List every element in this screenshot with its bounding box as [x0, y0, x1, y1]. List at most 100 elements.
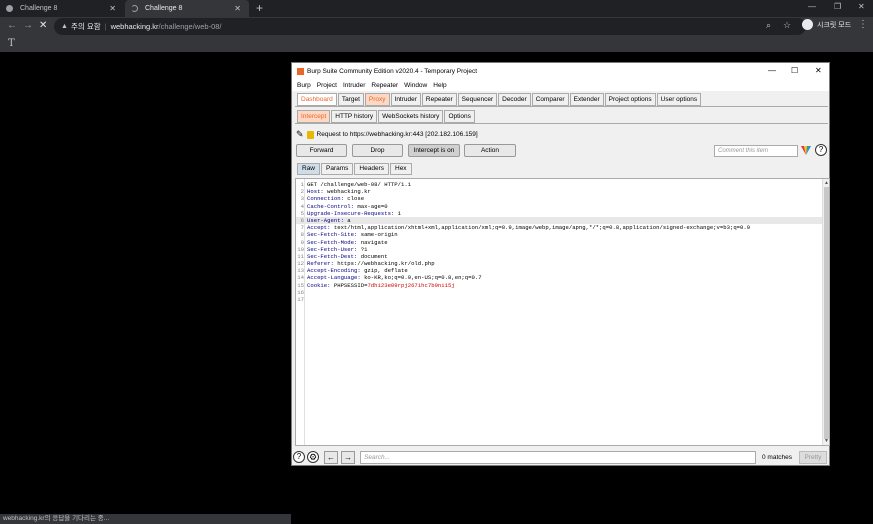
- menu-project[interactable]: Project: [317, 82, 337, 89]
- divider: [295, 123, 828, 124]
- menu-repeater[interactable]: Repeater: [371, 82, 398, 89]
- tab-intruder[interactable]: Intruder: [390, 93, 421, 106]
- header-value: a: [343, 216, 351, 224]
- line-number: 17: [297, 296, 304, 303]
- address-bar[interactable]: ▲ 주의 요함 | webhacking.kr /challenge/web-0…: [54, 18, 806, 35]
- address-separator: |: [104, 22, 107, 31]
- zoom-search-icon[interactable]: ⌕: [766, 20, 771, 31]
- header-name: Sec-Fetch-Dest:: [307, 252, 358, 260]
- tab-sequencer[interactable]: Sequencer: [457, 93, 498, 106]
- tab-dashboard[interactable]: Dashboard: [297, 93, 337, 106]
- request-editor[interactable]: 1 GET /challenge/web-08/ HTTP/1.1 2 Host: w…: [295, 178, 830, 446]
- maximize-icon[interactable]: ☐: [791, 66, 798, 75]
- tab-user-options[interactable]: User options: [656, 93, 702, 106]
- request-line: 3 Connection: close: [296, 195, 823, 202]
- bookmark-item[interactable]: T: [8, 38, 15, 49]
- incognito-icon: [802, 19, 813, 30]
- tab-target[interactable]: Target: [337, 93, 364, 106]
- header-name: Connection:: [307, 195, 344, 203]
- highlight-color-icon[interactable]: [801, 146, 811, 157]
- new-tab-button[interactable]: +: [256, 1, 263, 15]
- previous-match-button[interactable]: ←: [324, 451, 338, 464]
- menu-intruder[interactable]: Intruder: [343, 82, 365, 89]
- header-value: same-origin: [357, 231, 398, 239]
- menu-help[interactable]: Help: [433, 82, 446, 89]
- pretty-button[interactable]: Pretty: [799, 451, 827, 464]
- request-line: 4 Cache-Control: max-age=0: [296, 203, 823, 210]
- close-icon[interactable]: ✕: [234, 4, 241, 13]
- globe-icon: [6, 5, 13, 12]
- request-line: 5 Upgrade-Insecure-Requests: 1: [296, 210, 823, 217]
- header-name: Cookie:: [307, 281, 331, 289]
- browser-tab-strip: Challenge 8 ✕ Challenge 8 ✕ + — ❐ ✕: [0, 0, 873, 17]
- drop-button[interactable]: Drop: [352, 144, 403, 157]
- tab-proxy-options[interactable]: Options: [444, 110, 475, 123]
- line-number: 5: [300, 209, 304, 217]
- burp-window-title: Burp Suite Community Edition v2020.4 - T…: [307, 68, 478, 75]
- forward-button[interactable]: Forward: [296, 144, 347, 157]
- scroll-down-icon[interactable]: ▼: [824, 438, 829, 444]
- tab-params[interactable]: Params: [321, 163, 354, 175]
- browser-tab-2[interactable]: Challenge 8 ✕: [125, 0, 249, 17]
- header-value: gzip, deflate: [360, 267, 408, 275]
- tab-raw[interactable]: Raw: [297, 163, 321, 175]
- restore-icon[interactable]: ❐: [834, 2, 841, 11]
- header-value: ko-KR,ko;q=0.9,en-US;q=0.8,en;q=0.7: [360, 274, 482, 282]
- tab-decoder[interactable]: Decoder: [498, 93, 531, 106]
- close-icon[interactable]: ✕: [109, 4, 116, 13]
- minimize-icon[interactable]: —: [768, 66, 776, 75]
- tab-http-history[interactable]: HTTP history: [331, 110, 378, 123]
- star-icon[interactable]: ☆: [783, 20, 791, 31]
- request-info-row: ✎ Request to https://webhacking.kr:443 […: [296, 129, 478, 140]
- close-window-icon[interactable]: ✕: [815, 66, 822, 75]
- browser-tab-1[interactable]: Challenge 8 ✕: [0, 0, 124, 17]
- tab-proxy[interactable]: Proxy: [364, 93, 390, 106]
- header-value: max-age=0: [354, 202, 388, 210]
- scroll-up-icon[interactable]: ▲: [824, 180, 829, 186]
- action-button[interactable]: Action: [464, 144, 516, 157]
- tab-websockets-history[interactable]: WebSockets history: [378, 110, 444, 123]
- search-bar: ? ⚙ ← → Search... 0 matches Pretty: [292, 449, 829, 466]
- header-value: close: [343, 195, 365, 203]
- intercept-toggle-button[interactable]: Intercept is on: [408, 144, 460, 157]
- help-icon[interactable]: ?: [815, 144, 827, 156]
- tab-repeater[interactable]: Repeater: [421, 93, 457, 106]
- header-value: https://webhacking.kr/old.php: [333, 260, 435, 268]
- forward-icon[interactable]: →: [23, 20, 33, 31]
- line-number: 15: [297, 281, 304, 289]
- pencil-icon[interactable]: ✎: [296, 129, 304, 140]
- header-value: webhacking.kr: [323, 188, 371, 196]
- tab-project-options[interactable]: Project options: [604, 93, 656, 106]
- help-icon[interactable]: ?: [293, 451, 305, 463]
- tab-title: Challenge 8: [145, 5, 183, 12]
- request-text[interactable]: 1 GET /challenge/web-08/ HTTP/1.1 2 Host: w…: [296, 181, 823, 303]
- stop-loading-icon[interactable]: ✕: [39, 20, 47, 31]
- address-path: /challenge/web-08/: [158, 22, 222, 31]
- header-name: Accept-Encoding:: [307, 267, 361, 275]
- menu-window[interactable]: Window: [404, 82, 427, 89]
- vertical-scrollbar[interactable]: ▲ ▼: [822, 179, 829, 445]
- loading-spinner-icon: [131, 5, 138, 12]
- menu-burp[interactable]: Burp: [297, 82, 311, 89]
- close-window-icon[interactable]: ✕: [858, 2, 865, 11]
- incognito-profile[interactable]: 시크릿 모드: [802, 19, 851, 30]
- minimize-icon[interactable]: —: [808, 2, 816, 11]
- tab-headers[interactable]: Headers: [354, 163, 389, 175]
- back-icon[interactable]: ←: [7, 20, 17, 31]
- scrollbar-thumb[interactable]: [824, 187, 829, 439]
- line-number: 11: [297, 252, 304, 260]
- cookie-value: 7dhi23e09rpj267ihc7b9ni15j: [367, 281, 455, 289]
- search-input[interactable]: Search...: [360, 451, 756, 464]
- request-line: 11 Sec-Fetch-Dest: document: [296, 253, 823, 260]
- menu-kebab-icon[interactable]: ⋮: [858, 19, 868, 30]
- tab-extender[interactable]: Extender: [569, 93, 604, 106]
- tab-hex[interactable]: Hex: [390, 163, 412, 175]
- comment-input[interactable]: Comment this item: [714, 145, 798, 157]
- settings-gear-icon[interactable]: ⚙: [307, 451, 319, 463]
- line-number: 8: [300, 231, 304, 239]
- next-match-button[interactable]: →: [341, 451, 355, 464]
- tab-intercept[interactable]: Intercept: [297, 110, 331, 123]
- line-number: 1: [300, 181, 304, 188]
- burp-menu-bar: Burp Project Intruder Repeater Window He…: [292, 80, 829, 91]
- tab-comparer[interactable]: Comparer: [531, 93, 569, 106]
